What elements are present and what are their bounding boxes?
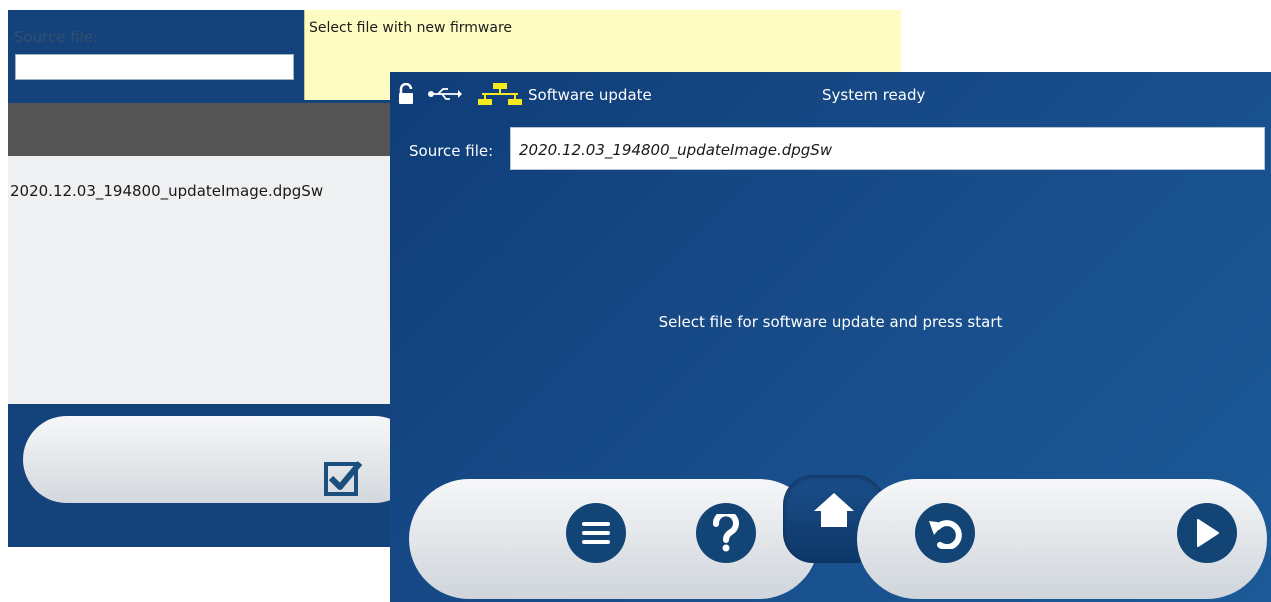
- home-icon: [814, 493, 854, 527]
- source-file-label: Source file:: [409, 142, 494, 160]
- back-button-bar: [23, 416, 418, 503]
- file-list-item[interactable]: 2020.12.03_194800_updateImage.dpgSw: [10, 182, 323, 200]
- menu-button[interactable]: [566, 503, 626, 563]
- unlock-icon: [399, 83, 413, 104]
- network-icon: [478, 83, 522, 105]
- top-bar: Software update System ready: [390, 72, 1271, 117]
- play-icon: [1197, 519, 1219, 547]
- start-button[interactable]: [1177, 503, 1237, 563]
- help-button[interactable]: [696, 503, 756, 563]
- menu-icon: [582, 522, 610, 544]
- usb-icon: [428, 88, 462, 100]
- status-text: System ready: [822, 86, 926, 104]
- source-file-input[interactable]: [15, 54, 294, 80]
- instruction-message: Select file for software update and pres…: [658, 313, 1003, 331]
- source-file-field[interactable]: 2020.12.03_194800_updateImage.dpgSw: [510, 127, 1265, 170]
- source-file-label: Source file:: [14, 28, 99, 46]
- checkbox-checked-icon[interactable]: [323, 458, 363, 498]
- undo-button[interactable]: [915, 503, 975, 563]
- button-bar-left: [409, 479, 819, 599]
- button-bar-right: [857, 479, 1267, 599]
- page-title: Software update: [528, 86, 652, 104]
- undo-icon: [929, 520, 962, 549]
- help-icon: [713, 514, 739, 552]
- software-update-window: Software update System ready Source file…: [390, 72, 1271, 602]
